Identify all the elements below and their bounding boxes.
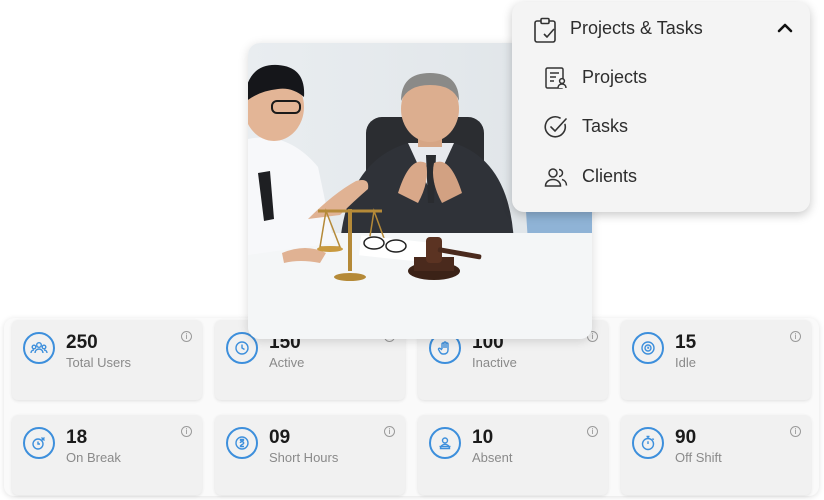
stat-label: Off Shift	[675, 450, 722, 465]
info-icon[interactable]: i	[181, 331, 192, 342]
menu-item-clients[interactable]: Clients	[532, 156, 792, 196]
menu-item-tasks[interactable]: Tasks	[532, 106, 792, 146]
break-icon	[23, 427, 55, 459]
info-icon[interactable]: i	[790, 331, 801, 342]
stat-card-absent[interactable]: 10 Absent i	[418, 415, 608, 495]
projects-tasks-menu: Projects & Tasks Projects Tasks Clients	[512, 2, 810, 212]
idle-icon	[632, 332, 664, 364]
users-icon	[23, 332, 55, 364]
info-icon[interactable]: i	[181, 426, 192, 437]
stopwatch-icon	[632, 427, 664, 459]
projects-icon	[543, 65, 569, 91]
stat-card-on-break[interactable]: 18 On Break i	[12, 415, 202, 495]
info-icon[interactable]: i	[384, 426, 395, 437]
stat-value: 10	[472, 427, 494, 448]
stat-label: Inactive	[472, 355, 517, 370]
info-icon[interactable]: i	[587, 426, 598, 437]
stats-panel: 250 Total Users i 150 Active i 100 Inact…	[4, 318, 819, 496]
absent-icon	[429, 427, 461, 459]
stat-value: 18	[66, 427, 88, 448]
menu-item-label: Projects	[582, 67, 648, 87]
stat-label: Total Users	[66, 355, 132, 370]
menu-title: Projects & Tasks	[570, 18, 703, 38]
stat-value: 15	[675, 332, 697, 353]
check-circle-icon	[543, 114, 569, 140]
menu-item-projects[interactable]: Projects	[532, 57, 792, 97]
clients-icon	[543, 164, 569, 190]
stat-value: 250	[66, 332, 98, 353]
stat-card-short-hours[interactable]: 09 Short Hours i	[215, 415, 405, 495]
stat-value: 90	[675, 427, 697, 448]
stat-card-off-shift[interactable]: 90 Off Shift i	[621, 415, 811, 495]
menu-item-label: Clients	[582, 166, 638, 186]
stat-label: Idle	[675, 355, 696, 370]
stat-label: Active	[269, 355, 305, 370]
chevron-up-icon[interactable]	[776, 20, 794, 34]
clipboard-check-icon	[531, 16, 559, 44]
info-icon[interactable]: i	[790, 426, 801, 437]
hourglass-icon	[226, 427, 258, 459]
stat-card-total-users[interactable]: 250 Total Users i	[12, 320, 202, 400]
stat-label: Absent	[472, 450, 513, 465]
stat-value: 09	[269, 427, 291, 448]
stat-label: Short Hours	[269, 450, 339, 465]
stat-label: On Break	[66, 450, 121, 465]
stat-card-idle[interactable]: 15 Idle i	[621, 320, 811, 400]
menu-item-label: Tasks	[582, 116, 629, 136]
menu-header[interactable]: Projects & Tasks	[512, 2, 810, 54]
